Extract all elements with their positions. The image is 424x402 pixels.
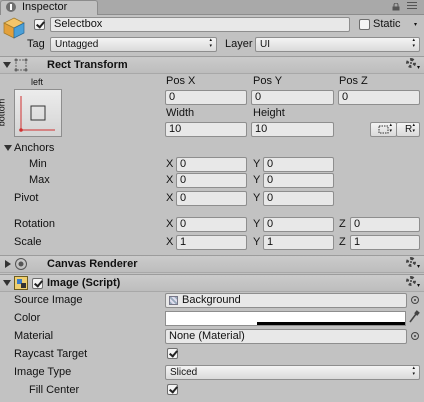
source-image-field[interactable]: Background <box>165 293 407 308</box>
anchor-preset-top-label: left <box>31 77 44 87</box>
rotation-x-input[interactable]: 0 <box>176 217 247 232</box>
min-x-axis-label: X <box>166 158 174 170</box>
raw-edit-button[interactable]: R <box>396 122 420 137</box>
pos-x-label: Pos X <box>166 75 196 87</box>
pos-y-input[interactable]: 0 <box>251 90 334 105</box>
blueprint-icon <box>378 125 389 134</box>
rotation-z-axis-label: Z <box>339 218 346 230</box>
static-dropdown-icon[interactable]: ▾ <box>414 21 417 28</box>
layer-label: Layer <box>225 38 253 50</box>
image-type-label: Image Type <box>14 366 72 378</box>
scale-y-axis-label: Y <box>253 236 261 248</box>
scale-label: Scale <box>14 236 42 248</box>
rotation-label: Rotation <box>14 218 55 230</box>
gameobject-icon <box>3 17 25 39</box>
max-x-input[interactable]: 0 <box>176 173 247 188</box>
anchor-preset-side-label: bottom <box>0 98 7 127</box>
scale-z-axis-label: Z <box>339 236 346 248</box>
pivot-y-axis-label: Y <box>253 192 261 204</box>
rotation-x-axis-label: X <box>166 218 174 230</box>
eyedropper-icon[interactable] <box>408 310 420 324</box>
static-checkbox[interactable] <box>359 19 370 30</box>
anchors-fold-icon[interactable] <box>4 145 12 151</box>
scale-x-axis-label: X <box>166 236 174 248</box>
color-label: Color <box>14 312 41 324</box>
width-input[interactable]: 10 <box>165 122 247 137</box>
info-icon <box>6 2 16 12</box>
rect-transform-icon <box>14 58 28 72</box>
pos-z-label: Pos Z <box>339 75 368 87</box>
rect-transform-gear-dropdown-icon: ▾ <box>417 65 421 71</box>
canvas-renderer-gear-dropdown-icon: ▾ <box>417 264 421 270</box>
canvas-renderer-fold-icon[interactable] <box>5 260 11 268</box>
source-image-value: Background <box>182 294 241 306</box>
image-type-dropdown[interactable]: Sliced <box>165 365 420 380</box>
fill-center-checkbox[interactable] <box>167 384 178 395</box>
rotation-y-input[interactable]: 0 <box>263 217 334 232</box>
tab-inspector-label: Inspector <box>22 1 68 13</box>
material-label: Material <box>14 330 54 342</box>
max-label: Max <box>29 174 50 186</box>
tag-label: Tag <box>27 38 45 50</box>
pos-z-input[interactable]: 0 <box>338 90 420 105</box>
height-label: Height <box>253 107 285 119</box>
raycast-target-checkbox[interactable] <box>167 348 178 359</box>
min-y-axis-label: Y <box>253 158 261 170</box>
color-swatch[interactable] <box>165 311 406 326</box>
min-y-input[interactable]: 0 <box>263 157 334 172</box>
min-x-input[interactable]: 0 <box>176 157 247 172</box>
pos-y-label: Pos Y <box>253 75 283 87</box>
image-script-fold-icon[interactable] <box>3 280 11 286</box>
scale-y-input[interactable]: 1 <box>263 235 334 250</box>
anchor-preset-button[interactable] <box>14 89 62 137</box>
source-image-picker-icon[interactable] <box>411 296 419 304</box>
max-y-input[interactable]: 0 <box>263 173 334 188</box>
layer-dropdown[interactable]: UI <box>255 37 420 52</box>
static-label: Static <box>373 18 401 30</box>
image-script-gear-icon[interactable] <box>406 276 416 286</box>
canvas-renderer-icon <box>14 257 28 271</box>
image-enabled-checkbox[interactable] <box>32 278 43 289</box>
pivot-x-input[interactable]: 0 <box>176 191 247 206</box>
lock-icon[interactable] <box>392 2 400 11</box>
object-name-input[interactable]: Selectbox <box>50 17 350 32</box>
min-label: Min <box>29 158 47 170</box>
tab-inspector[interactable]: Inspector <box>0 0 98 15</box>
scale-z-input[interactable]: 1 <box>350 235 420 250</box>
active-checkbox[interactable] <box>34 19 45 30</box>
blueprint-mode-button[interactable] <box>370 122 397 137</box>
rect-transform-fold-icon[interactable] <box>3 62 11 68</box>
sprite-icon <box>169 296 178 305</box>
material-field[interactable]: None (Material) <box>165 329 407 344</box>
canvas-renderer-title: Canvas Renderer <box>47 258 138 270</box>
max-y-axis-label: Y <box>253 174 261 186</box>
rotation-z-input[interactable]: 0 <box>350 217 420 232</box>
menu-icon[interactable] <box>407 2 417 11</box>
height-input[interactable]: 10 <box>251 122 334 137</box>
scale-x-input[interactable]: 1 <box>176 235 247 250</box>
pivot-label: Pivot <box>14 192 39 204</box>
material-picker-icon[interactable] <box>411 332 419 340</box>
pivot-x-axis-label: X <box>166 192 174 204</box>
source-image-label: Source Image <box>14 294 83 306</box>
pivot-y-input[interactable]: 0 <box>263 191 334 206</box>
width-label: Width <box>166 107 195 119</box>
rect-transform-gear-icon[interactable] <box>406 58 416 68</box>
image-script-gear-dropdown-icon: ▾ <box>417 283 421 289</box>
fill-center-label: Fill Center <box>29 384 80 396</box>
image-script-title: Image (Script) <box>47 277 121 289</box>
max-x-axis-label: X <box>166 174 174 186</box>
alpha-bar-remainder <box>166 322 257 325</box>
rect-transform-title: Rect Transform <box>47 59 128 71</box>
pos-x-input[interactable]: 0 <box>165 90 247 105</box>
rotation-y-axis-label: Y <box>253 218 261 230</box>
canvas-renderer-gear-icon[interactable] <box>406 257 416 267</box>
tag-dropdown[interactable]: Untagged <box>50 37 217 52</box>
raycast-target-label: Raycast Target <box>14 348 88 360</box>
image-script-icon <box>14 276 28 290</box>
anchors-label: Anchors <box>14 142 55 154</box>
anchor-preset-icon <box>19 96 55 132</box>
